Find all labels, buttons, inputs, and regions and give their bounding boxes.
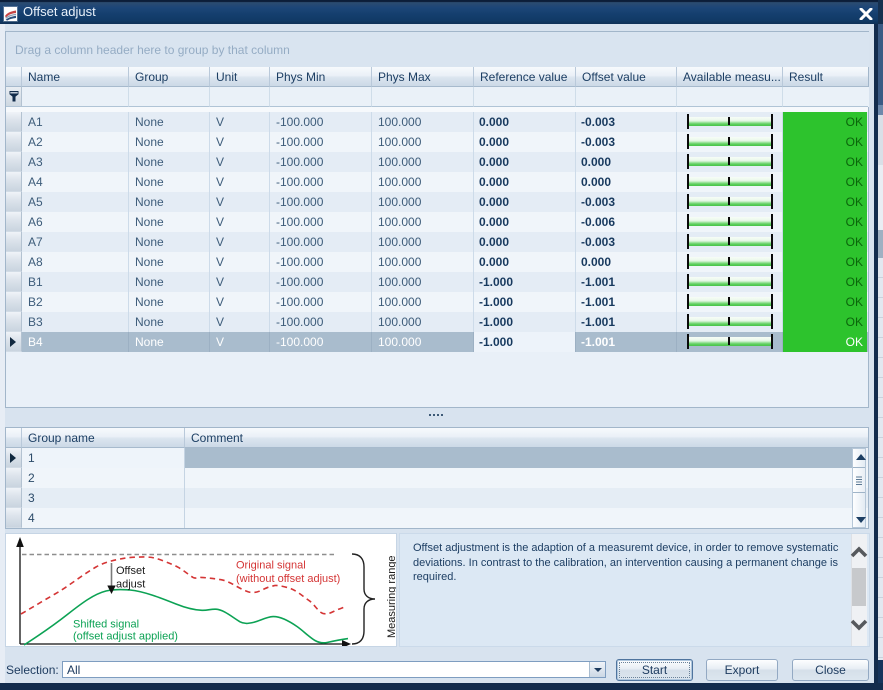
svg-text:(without offset adjust): (without offset adjust) bbox=[236, 573, 340, 585]
svg-text:(offset adjust applied): (offset adjust applied) bbox=[73, 631, 178, 643]
svg-text:Offset: Offset bbox=[116, 565, 145, 577]
svg-text:Measuring range: Measuring range bbox=[386, 555, 396, 638]
svg-text:Original signal: Original signal bbox=[236, 560, 306, 572]
svg-text:Shifted signal: Shifted signal bbox=[73, 619, 139, 631]
svg-text:adjust: adjust bbox=[116, 579, 145, 591]
